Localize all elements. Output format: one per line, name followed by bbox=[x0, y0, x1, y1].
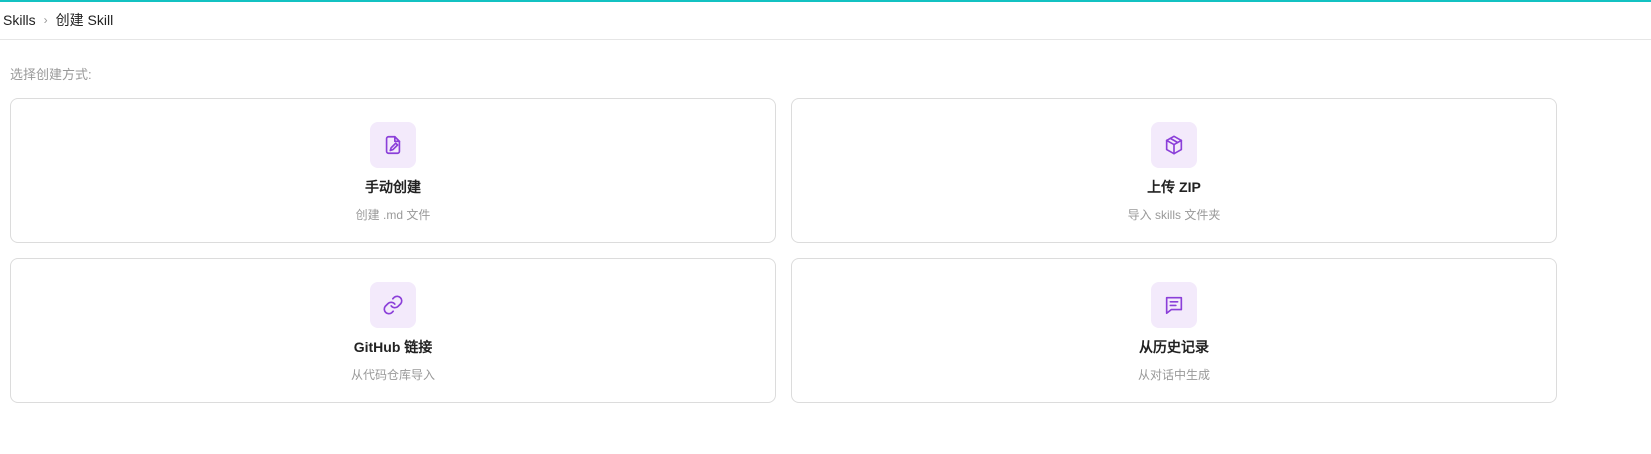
card-title: 手动创建 bbox=[365, 179, 421, 195]
github-link-card[interactable]: GitHub 链接 从代码仓库导入 bbox=[10, 258, 776, 403]
from-history-card[interactable]: 从历史记录 从对话中生成 bbox=[791, 258, 1557, 403]
card-title: 从历史记录 bbox=[1139, 339, 1209, 355]
link-icon bbox=[370, 282, 416, 328]
section-label: 选择创建方式: bbox=[10, 67, 92, 82]
card-title: GitHub 链接 bbox=[353, 339, 433, 355]
header-divider bbox=[0, 39, 1651, 40]
creation-method-grid: 手动创建 创建 .md 文件 上传 ZIP 导入 skills 文件夹 GitH… bbox=[10, 98, 1557, 403]
card-description: 导入 skills 文件夹 bbox=[1127, 208, 1221, 222]
message-icon bbox=[1151, 282, 1197, 328]
card-description: 从对话中生成 bbox=[1137, 368, 1210, 382]
breadcrumb-current: 创建 Skill bbox=[55, 12, 114, 28]
manual-create-card[interactable]: 手动创建 创建 .md 文件 bbox=[10, 98, 776, 243]
upload-zip-card[interactable]: 上传 ZIP 导入 skills 文件夹 bbox=[791, 98, 1557, 243]
top-accent-bar bbox=[0, 0, 1651, 2]
card-title: 上传 ZIP bbox=[1147, 179, 1201, 195]
card-description: 创建 .md 文件 bbox=[355, 208, 431, 222]
breadcrumb-skills-link[interactable]: Skills bbox=[3, 12, 36, 28]
breadcrumb: Skills › 创建 Skill bbox=[3, 10, 113, 30]
card-description: 从代码仓库导入 bbox=[350, 368, 435, 382]
package-icon bbox=[1151, 122, 1197, 168]
file-edit-icon bbox=[370, 122, 416, 168]
breadcrumb-separator: › bbox=[43, 13, 48, 27]
